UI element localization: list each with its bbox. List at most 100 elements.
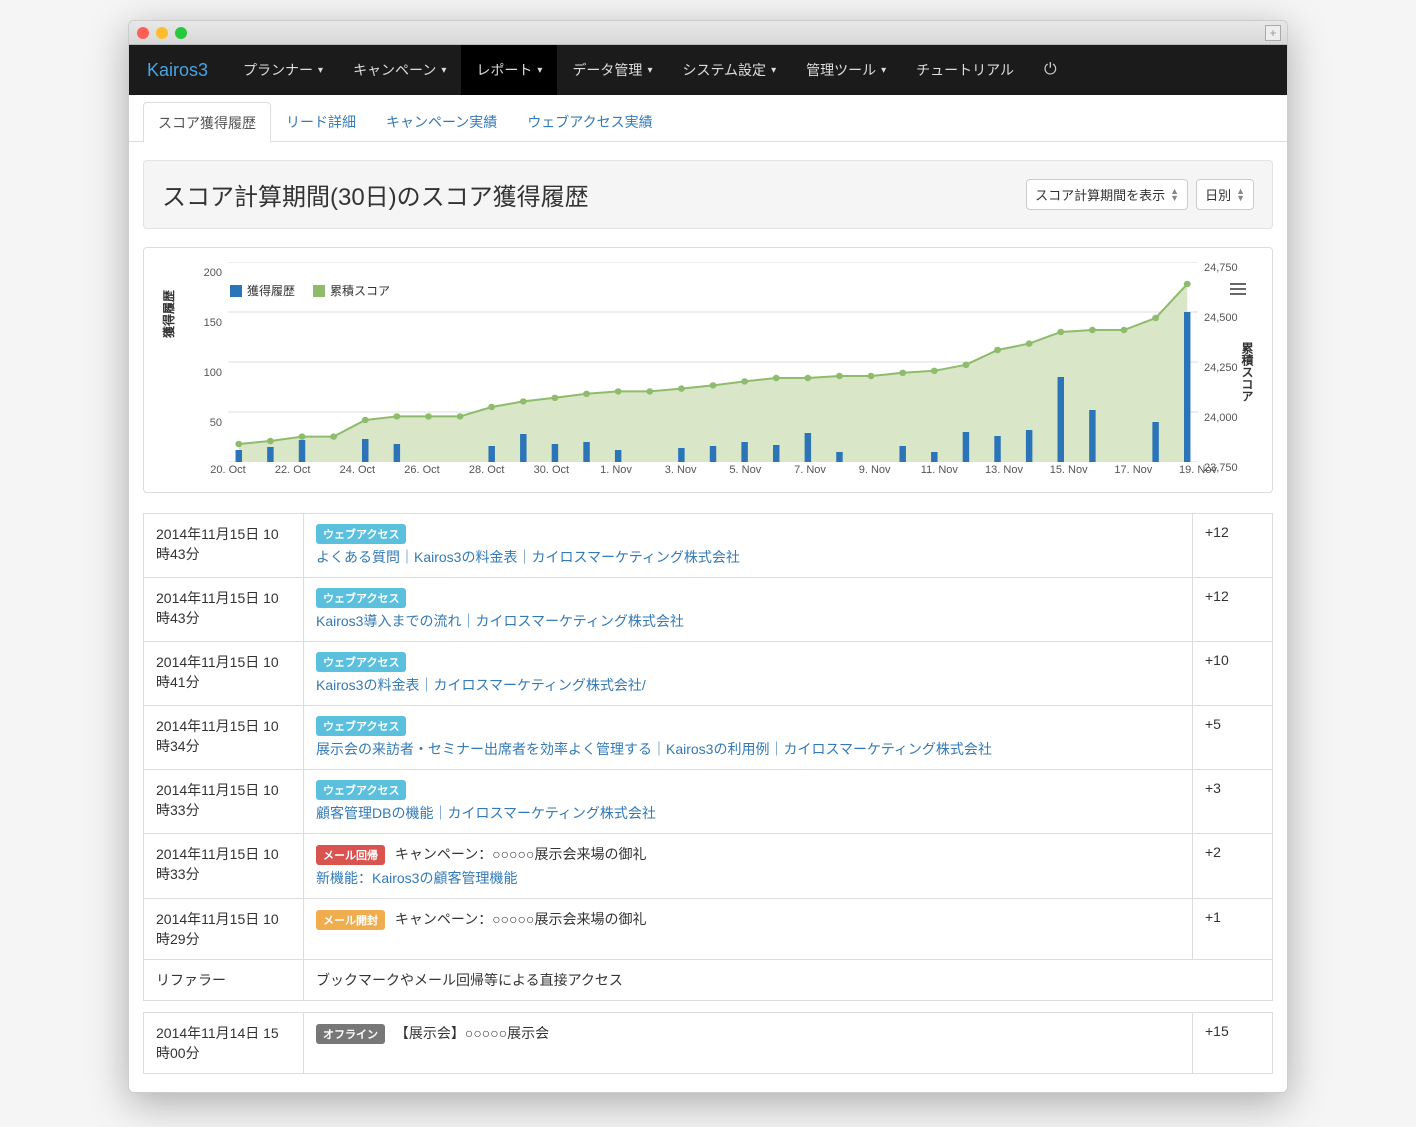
x-tick: 15. Nov bbox=[1050, 464, 1088, 476]
tab-ウェブアクセス実績[interactable]: ウェブアクセス実績 bbox=[512, 101, 667, 141]
x-tick: 30. Oct bbox=[534, 464, 569, 476]
x-tick: 17. Nov bbox=[1114, 464, 1152, 476]
x-tick: 5. Nov bbox=[729, 464, 761, 476]
chart-card: 獲得履歴 累積スコア 獲得履歴 20015010050 累積スコア 24,750… bbox=[143, 247, 1273, 493]
period-select[interactable]: スコア計算期間を表示 ▲▼ bbox=[1026, 179, 1188, 210]
row-date: 2014年11月15日 10時43分 bbox=[144, 514, 304, 578]
table-row: 2014年11月15日 10時29分メール開封 キャンペーン：○○○○○展示会来… bbox=[144, 899, 1273, 960]
row-score: +15 bbox=[1193, 1013, 1273, 1074]
x-tick: 22. Oct bbox=[275, 464, 310, 476]
nav-item-レポート[interactable]: レポート▾ bbox=[461, 45, 557, 95]
power-icon[interactable]: ⏻ bbox=[1029, 61, 1072, 79]
row-score: +2 bbox=[1193, 834, 1273, 899]
row-score: +1 bbox=[1193, 899, 1273, 960]
y-tick-right: 24,000 bbox=[1204, 412, 1238, 424]
table-row: 2014年11月15日 10時43分ウェブアクセスよくある質問｜Kairos3の… bbox=[144, 514, 1273, 578]
badge-web: ウェブアクセス bbox=[316, 524, 406, 544]
row-link[interactable]: 展示会の来訪者・セミナー出席者を効率よく管理する｜Kairos3の利用例｜カイロ… bbox=[316, 739, 1180, 759]
row-date: 2014年11月15日 10時33分 bbox=[144, 834, 304, 899]
y-tick-right: 24,750 bbox=[1204, 262, 1238, 274]
badge-mail_open: メール開封 bbox=[316, 910, 385, 930]
x-tick: 19. Nov bbox=[1179, 464, 1217, 476]
row-date: 2014年11月15日 10時33分 bbox=[144, 770, 304, 834]
y-axis-right-label: 累積スコア bbox=[1239, 342, 1256, 402]
tab-リード詳細[interactable]: リード詳細 bbox=[271, 101, 371, 141]
chart-menu-icon[interactable] bbox=[1230, 280, 1246, 298]
score-history-table: 2014年11月15日 10時43分ウェブアクセスよくある質問｜Kairos3の… bbox=[143, 513, 1273, 1074]
row-date: リファラー bbox=[144, 960, 304, 1001]
row-score: +10 bbox=[1193, 642, 1273, 706]
row-score: +3 bbox=[1193, 770, 1273, 834]
nav-item-プランナー[interactable]: プランナー▾ bbox=[228, 45, 338, 95]
y-tick-left: 100 bbox=[204, 367, 222, 379]
badge-web: ウェブアクセス bbox=[316, 716, 406, 736]
y-tick-right: 24,500 bbox=[1204, 312, 1238, 324]
row-content: ブックマークやメール回帰等による直接アクセス bbox=[304, 960, 1273, 1001]
period-select-label: スコア計算期間を表示 bbox=[1035, 185, 1165, 204]
x-tick: 1. Nov bbox=[600, 464, 632, 476]
chevron-down-icon: ▾ bbox=[318, 65, 323, 76]
tab-キャンペーン実績[interactable]: キャンペーン実績 bbox=[371, 101, 512, 141]
x-tick: 26. Oct bbox=[404, 464, 439, 476]
row-date: 2014年11月15日 10時29分 bbox=[144, 899, 304, 960]
page-title: スコア計算期間(30日)のスコア獲得履歴 bbox=[162, 177, 589, 212]
row-link[interactable]: Kairos3の料金表｜カイロスマーケティング株式会社/ bbox=[316, 675, 1180, 695]
row-content: ウェブアクセス Kairos3導入までの流れ｜カイロスマーケティング株式会社 bbox=[304, 578, 1193, 642]
nav-item-管理ツール[interactable]: 管理ツール▾ bbox=[791, 45, 901, 95]
row-content: ウェブアクセス Kairos3の料金表｜カイロスマーケティング株式会社/ bbox=[304, 642, 1193, 706]
chevron-down-icon: ▾ bbox=[537, 65, 542, 76]
granularity-select[interactable]: 日別 ▲▼ bbox=[1196, 179, 1254, 210]
row-text: キャンペーン：○○○○○展示会来場の御礼 bbox=[391, 846, 646, 862]
row-score: +12 bbox=[1193, 514, 1273, 578]
row-date: 2014年11月15日 10時34分 bbox=[144, 706, 304, 770]
x-tick: 9. Nov bbox=[859, 464, 891, 476]
row-content: ウェブアクセス展示会の来訪者・セミナー出席者を効率よく管理する｜Kairos3の… bbox=[304, 706, 1193, 770]
chevron-down-icon: ▾ bbox=[881, 65, 886, 76]
table-row: 2014年11月15日 10時34分ウェブアクセス展示会の来訪者・セミナー出席者… bbox=[144, 706, 1273, 770]
x-tick: 20. Oct bbox=[210, 464, 245, 476]
row-link[interactable]: 顧客管理DBの機能｜カイロスマーケティング株式会社 bbox=[316, 803, 1180, 823]
minimize-window-button[interactable] bbox=[156, 27, 168, 39]
nav-item-キャンペーン[interactable]: キャンペーン▾ bbox=[338, 45, 461, 95]
tab-スコア獲得履歴[interactable]: スコア獲得履歴 bbox=[143, 102, 271, 142]
chevron-down-icon: ▾ bbox=[647, 65, 652, 76]
row-link[interactable]: Kairos3導入までの流れ｜カイロスマーケティング株式会社 bbox=[316, 611, 1180, 631]
brand-logo[interactable]: Kairos3 bbox=[147, 60, 208, 81]
nav-item-システム設定[interactable]: システム設定▾ bbox=[667, 45, 791, 95]
chevron-updown-icon: ▲▼ bbox=[1170, 188, 1179, 202]
new-tab-button[interactable]: + bbox=[1265, 25, 1281, 41]
badge-web: ウェブアクセス bbox=[316, 780, 406, 800]
row-link[interactable]: よくある質問｜Kairos3の料金表｜カイロスマーケティング株式会社 bbox=[316, 547, 1180, 567]
table-row: リファラーブックマークやメール回帰等による直接アクセス bbox=[144, 960, 1273, 1001]
table-row: 2014年11月15日 10時33分メール回帰 キャンペーン：○○○○○展示会来… bbox=[144, 834, 1273, 899]
x-tick: 7. Nov bbox=[794, 464, 826, 476]
x-tick: 11. Nov bbox=[921, 464, 958, 476]
close-window-button[interactable] bbox=[137, 27, 149, 39]
y-tick-right: 24,250 bbox=[1204, 362, 1238, 374]
row-date: 2014年11月15日 10時41分 bbox=[144, 642, 304, 706]
row-text: 【展示会】○○○○○展示会 bbox=[391, 1025, 549, 1041]
y-tick-left: 50 bbox=[210, 417, 222, 429]
row-score: +5 bbox=[1193, 706, 1273, 770]
badge-web: ウェブアクセス bbox=[316, 652, 406, 672]
table-row: 2014年11月14日 15時00分オフライン 【展示会】○○○○○展示会 +15 bbox=[144, 1013, 1273, 1074]
y-tick-left: 150 bbox=[204, 317, 222, 329]
table-row: 2014年11月15日 10時33分ウェブアクセス顧客管理DBの機能｜カイロスマ… bbox=[144, 770, 1273, 834]
nav-item-データ管理[interactable]: データ管理▾ bbox=[557, 45, 667, 95]
row-content: ウェブアクセスよくある質問｜Kairos3の料金表｜カイロスマーケティング株式会… bbox=[304, 514, 1193, 578]
row-link[interactable]: 新機能：Kairos3の顧客管理機能 bbox=[316, 868, 1180, 888]
y-tick-left: 200 bbox=[204, 267, 222, 279]
badge-web: ウェブアクセス bbox=[316, 588, 406, 608]
badge-offline: オフライン bbox=[316, 1024, 385, 1044]
chevron-down-icon: ▾ bbox=[771, 65, 776, 76]
x-tick: 24. Oct bbox=[340, 464, 375, 476]
chart-plot-area[interactable] bbox=[228, 262, 1198, 462]
maximize-window-button[interactable] bbox=[175, 27, 187, 39]
nav-item-チュートリアル[interactable]: チュートリアル bbox=[901, 45, 1029, 95]
sub-tabbar: スコア獲得履歴リード詳細キャンペーン実績ウェブアクセス実績 bbox=[129, 95, 1287, 142]
row-content: ウェブアクセス顧客管理DBの機能｜カイロスマーケティング株式会社 bbox=[304, 770, 1193, 834]
x-tick: 28. Oct bbox=[469, 464, 504, 476]
table-row: 2014年11月15日 10時43分ウェブアクセスKairos3導入までの流れ｜… bbox=[144, 578, 1273, 642]
row-content: メール開封 キャンペーン：○○○○○展示会来場の御礼 bbox=[304, 899, 1193, 960]
row-date: 2014年11月14日 15時00分 bbox=[144, 1013, 304, 1074]
